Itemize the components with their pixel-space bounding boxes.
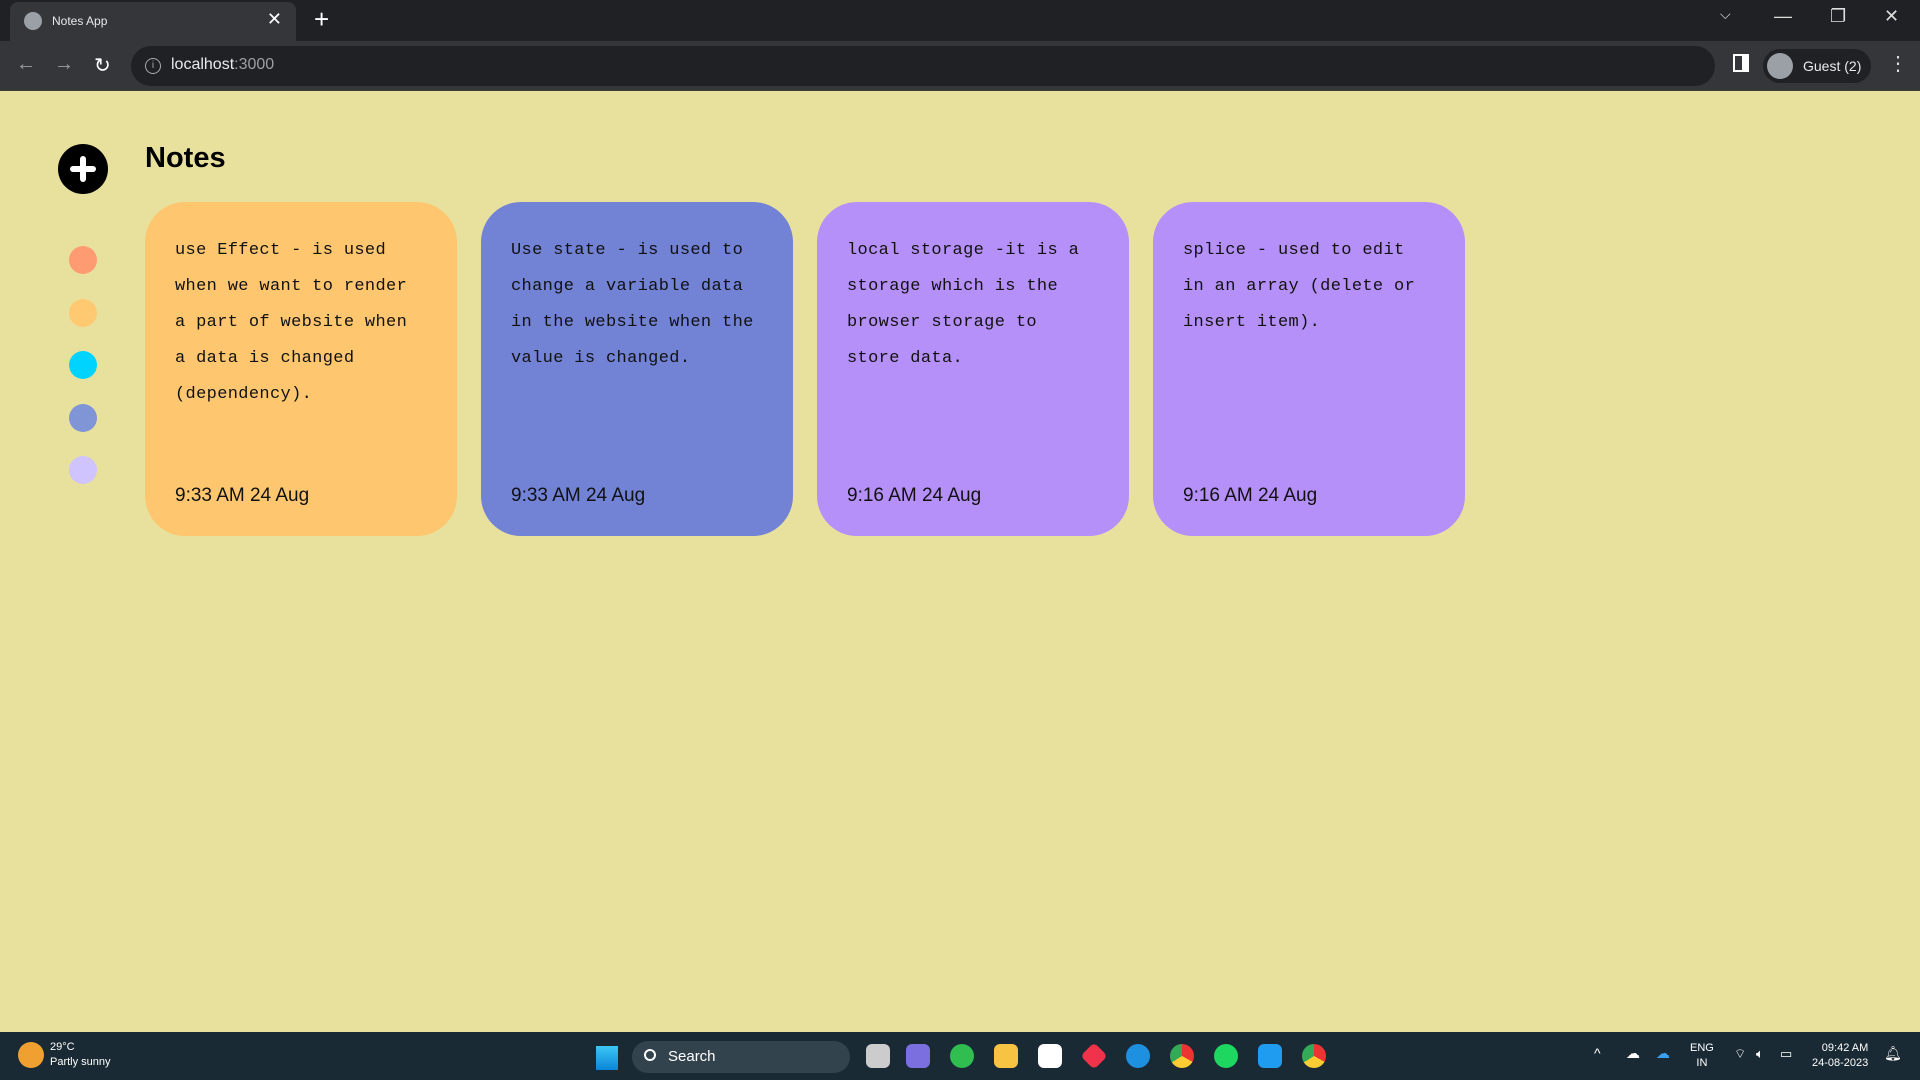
store-icon[interactable]	[1038, 1044, 1062, 1068]
task-view-icon[interactable]	[866, 1044, 890, 1068]
note-date: 9:33 AM 24 Aug	[175, 485, 310, 506]
lang: ENG	[1690, 1042, 1714, 1054]
note-text[interactable]: Use state - is used to change a variable…	[511, 233, 761, 473]
chrome-icon[interactable]	[1170, 1044, 1194, 1068]
region: IN	[1696, 1057, 1708, 1069]
note-date: 9:16 AM 24 Aug	[1183, 485, 1318, 506]
tab-title: Notes App	[52, 14, 108, 28]
language-indicator[interactable]: ENG IN	[1690, 1041, 1714, 1071]
file-explorer-icon[interactable]	[994, 1044, 1018, 1068]
help-icon[interactable]	[1126, 1044, 1150, 1068]
weather-widget[interactable]: 29°C Partly sunny	[50, 1040, 111, 1070]
vscode-icon[interactable]	[1258, 1044, 1282, 1068]
wifi-icon[interactable]: ⌔	[1734, 1046, 1746, 1061]
page-title: Notes	[145, 142, 226, 174]
note-date: 9:33 AM 24 Aug	[511, 485, 646, 506]
battery-icon[interactable]: ▭	[1780, 1046, 1792, 1061]
search-icon	[644, 1049, 656, 1061]
note-card[interactable]: Use state - is used to change a variable…	[481, 202, 793, 536]
tab-search-chevron-icon[interactable]: ⌵	[1720, 6, 1731, 23]
color-option[interactable]	[69, 246, 97, 274]
note-text[interactable]: local storage -it is a storage which is …	[847, 233, 1097, 473]
profile-label: Guest (2)	[1803, 58, 1862, 74]
color-option[interactable]	[69, 298, 97, 327]
temperature: 29°C	[50, 1041, 75, 1053]
tab-bar: Notes App ✕ + ⌵ — ❐ ✕	[0, 0, 1920, 41]
volume-icon[interactable]: 🔈︎	[1756, 1046, 1764, 1061]
forward-icon[interactable]: →	[54, 53, 74, 76]
taskbar-search[interactable]: Search	[632, 1041, 850, 1073]
chrome-active-icon[interactable]	[1302, 1044, 1326, 1068]
date: 24-08-2023	[1812, 1057, 1869, 1069]
app-icon[interactable]	[1080, 1042, 1108, 1070]
spotify-icon[interactable]	[1214, 1044, 1238, 1068]
back-icon[interactable]: ←	[16, 53, 36, 76]
note-card[interactable]: splice - used to edit in an array (delet…	[1153, 202, 1465, 536]
onedrive-icon[interactable]: ☁	[1656, 1046, 1670, 1061]
new-tab-icon[interactable]: +	[314, 4, 329, 35]
note-text[interactable]: use Effect - is used when we want to ren…	[175, 233, 425, 473]
reload-icon[interactable]: ↻	[94, 53, 111, 78]
note-card[interactable]: local storage -it is a storage which is …	[817, 202, 1129, 536]
close-window-icon[interactable]: ✕	[1884, 6, 1899, 27]
weather-icon[interactable]	[18, 1042, 44, 1068]
windows-start-icon[interactable]	[594, 1046, 618, 1070]
info-icon[interactable]: i	[145, 58, 161, 74]
search-label: Search	[668, 1048, 716, 1065]
side-panel-icon[interactable]	[1733, 54, 1749, 72]
close-tab-icon[interactable]: ✕	[267, 9, 282, 30]
address-bar[interactable]: i localhost:3000	[131, 46, 1715, 86]
color-option[interactable]	[69, 351, 97, 379]
minimize-icon[interactable]: —	[1774, 6, 1792, 27]
restore-icon[interactable]: ❐	[1830, 6, 1846, 27]
taskbar: 29°C Partly sunny Search ^ ☁ ☁ ENG IN ⌔ 🔈︎…	[0, 1032, 1920, 1080]
weather-status: Partly sunny	[50, 1056, 111, 1068]
tray-chevron-icon[interactable]: ^	[1594, 1046, 1601, 1061]
notification-icon[interactable]: 🔔︎	[1884, 1046, 1902, 1061]
clock[interactable]: 09:42 AM 24-08-2023	[1812, 1041, 1868, 1071]
globe-icon	[24, 12, 42, 30]
note-card[interactable]: use Effect - is used when we want to ren…	[145, 202, 457, 536]
add-note-button[interactable]	[58, 144, 108, 194]
url-port: :3000	[234, 56, 275, 73]
profile-button[interactable]: Guest (2)	[1763, 49, 1871, 83]
onedrive-off-icon[interactable]: ☁	[1626, 1046, 1640, 1061]
teams-icon[interactable]	[906, 1044, 930, 1068]
browser-toolbar: ← → ↻ i localhost:3000 Guest (2) ⋮	[0, 41, 1920, 91]
note-text[interactable]: splice - used to edit in an array (delet…	[1183, 233, 1433, 473]
menu-icon[interactable]: ⋮	[1888, 51, 1908, 76]
url-host: localhost	[171, 56, 235, 73]
whatsapp-icon[interactable]	[950, 1044, 974, 1068]
color-option[interactable]	[69, 456, 97, 484]
browser-tab[interactable]: Notes App ✕	[10, 2, 296, 41]
note-date: 9:16 AM 24 Aug	[847, 485, 982, 506]
time: 09:42 AM	[1821, 1042, 1869, 1054]
color-option[interactable]	[69, 403, 97, 432]
avatar-icon	[1767, 53, 1793, 79]
